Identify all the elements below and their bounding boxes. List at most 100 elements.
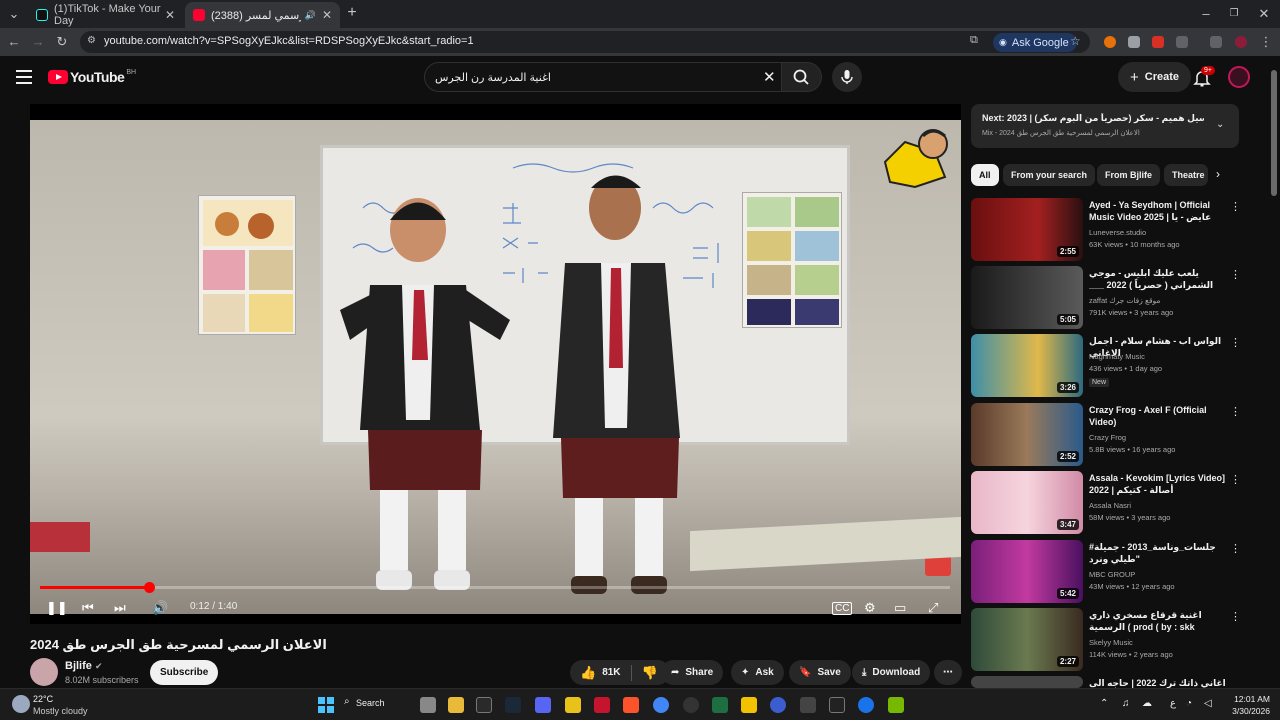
rec-channel[interactable]: Assala Nasri [1089,501,1131,510]
rec-title[interactable]: Crazy Frog - Axel F (Official Video) [1089,404,1227,428]
clock-date[interactable]: 3/30/2026 [1216,706,1270,716]
search-button[interactable] [782,62,822,92]
epic-games-icon[interactable] [476,697,492,713]
video-thumbnail[interactable]: 3:26 [971,334,1083,397]
more-actions-button[interactable]: ⋯ [934,660,962,685]
close-icon[interactable]: ✕ [322,8,332,22]
ask-button[interactable]: ✦ Ask [731,660,784,685]
captions-icon[interactable]: CC [832,602,853,615]
steam-icon[interactable] [505,697,521,713]
chip-theatre[interactable]: Theatre [1164,164,1208,186]
app-red-icon[interactable] [594,697,610,713]
app-yellow-icon[interactable] [565,697,581,713]
rec-channel[interactable]: Crazy Frog [1089,433,1126,442]
list-item[interactable]: 2:52 Crazy Frog - Axel F (Official Video… [971,403,1261,467]
chevron-down-icon[interactable]: ⌄ [1216,119,1224,130]
bookmark-star-icon[interactable]: ☆ [1070,34,1081,48]
voice-search-button[interactable] [832,62,862,92]
rec-channel[interactable]: Luneverse.studio [1089,228,1146,237]
ask-google-button[interactable]: ◉ Ask Google [993,33,1077,52]
browser-menu-icon[interactable]: ⋮ [1258,34,1274,50]
restore-button[interactable]: ❐ [1226,6,1242,22]
chevron-right-icon[interactable]: › [1216,167,1220,181]
video-frame[interactable] [30,120,961,614]
more-vertical-icon[interactable]: ⋮ [1230,336,1241,349]
volume-icon[interactable]: ◁ [1204,698,1212,709]
excel-icon[interactable] [712,697,728,713]
tab-search-icon[interactable]: ⌄ [6,6,22,22]
forward-button[interactable]: → [30,34,46,50]
app-gray-icon[interactable] [800,697,816,713]
rec-channel[interactable]: MBC GROUP [1089,570,1135,579]
save-button[interactable]: 🔖 Save [789,660,851,685]
video-player[interactable]: ❚❚ ⏮ ⏭ 🔊 0:12 / 1:40 CC ⚙ ▭ ⤢ [30,104,961,624]
search-query[interactable]: اغنية المدرسة رن الجرس [435,71,551,84]
weather-cloud-icon[interactable] [12,695,30,713]
extensions-puzzle-icon[interactable] [1176,36,1188,48]
channel-name[interactable]: Bjlife ✔ [65,660,103,672]
rec-channel[interactable]: Skelyy Music [1089,638,1133,647]
list-item[interactable]: 3:26 الواس اب - هشام سلام - اجمل الاغاني… [971,334,1261,398]
discord-icon[interactable] [535,697,551,713]
video-thumbnail[interactable]: 3:47 [971,471,1083,534]
list-item[interactable]: 3:47 Assala - Kevokim [Lyrics Video] 202… [971,471,1261,535]
menu-icon[interactable] [16,70,32,84]
list-item[interactable]: 2:55 Ayed - Ya Seydhom | Official Music … [971,198,1261,262]
rec-title[interactable]: اغاني ذاتك ترك 2022 | حاجه الى ديا [1089,677,1227,688]
more-vertical-icon[interactable]: ⋮ [1230,542,1241,555]
list-item[interactable]: اغاني ذاتك ترك 2022 | حاجه الى ديا [971,676,1261,688]
new-tab-button[interactable]: + [344,5,360,21]
more-vertical-icon[interactable]: ⋮ [1230,473,1241,486]
task-view-icon[interactable] [420,697,436,713]
tray-chevron-icon[interactable]: ⌃ [1100,698,1108,709]
clear-search-icon[interactable]: ✕ [763,68,776,86]
list-item[interactable]: 2:27 اغنية قرقاع مسخري ذاري الرسمية ( pr… [971,608,1261,672]
rec-title[interactable]: اغنية قرقاع مسخري ذاري الرسمية ( prod ( … [1089,609,1227,633]
more-vertical-icon[interactable]: ⋮ [1230,610,1241,623]
video-thumbnail[interactable]: 5:05 [971,266,1083,329]
github-icon[interactable] [683,697,699,713]
video-thumbnail[interactable]: 2:52 [971,403,1083,466]
language-icon[interactable]: ع [1170,698,1176,709]
like-count[interactable]: 81K [602,667,620,678]
app-bolt-icon[interactable] [741,697,757,713]
chip-from-channel[interactable]: From Bjlife [1097,164,1161,186]
rec-title[interactable]: يلعب عليك ابليس - موجي الشمراني ( حصرياً… [1089,267,1227,291]
cast-icon[interactable]: ⧉ [970,34,978,47]
youtube-logo[interactable]: YouTube BH [48,69,136,85]
next-icon[interactable]: ⏭ [114,600,126,616]
brave-icon[interactable] [623,697,639,713]
clock-time[interactable]: 12:01 AM [1228,694,1270,704]
more-vertical-icon[interactable]: ⋮ [1230,268,1241,281]
channel-avatar[interactable] [30,658,58,686]
create-button[interactable]: + Create [1118,62,1192,92]
extension-icon[interactable] [1104,36,1116,48]
progress-bar[interactable] [40,582,950,593]
rec-channel[interactable]: Naghmaty Music [1089,352,1145,361]
video-thumbnail[interactable] [971,676,1083,688]
fullscreen-icon[interactable]: ⤢ [928,600,938,616]
thumbs-up-icon[interactable]: 👍 [580,665,596,681]
close-window-button[interactable]: ✕ [1256,6,1272,22]
video-thumbnail[interactable]: 5:42 [971,540,1083,603]
speaker-icon[interactable]: 🔊 [305,10,316,21]
extension-red-icon[interactable] [1152,36,1164,48]
channel-name-text[interactable]: Bjlife [65,660,92,672]
more-vertical-icon[interactable]: ⋮ [1230,200,1241,213]
weather-temperature[interactable]: 22°C [33,694,53,704]
pause-icon[interactable]: ❚❚ [46,600,68,616]
previous-icon[interactable]: ⏮ [82,600,94,616]
video-thumbnail[interactable]: 2:55 [971,198,1083,261]
chip-all[interactable]: All [971,164,999,186]
shield-icon[interactable] [1128,36,1140,48]
account-avatar[interactable] [1228,66,1250,88]
file-explorer-icon[interactable] [448,697,464,713]
tab-tiktok[interactable]: (1)TikTok - Make Your Day ✕ [28,2,183,28]
settings-gear-icon[interactable]: ⚙ [864,600,876,616]
subscribe-button[interactable]: Subscribe [150,660,219,685]
thumbs-down-icon[interactable]: 👎 [642,665,658,681]
chip-from-search[interactable]: From your search [1003,164,1096,186]
close-icon[interactable]: ✕ [165,8,175,22]
tab-youtube[interactable]: (2388) الاعلان الرسمي لمسر 🔊 ✕ [185,2,340,28]
minimize-button[interactable]: – [1198,6,1214,22]
